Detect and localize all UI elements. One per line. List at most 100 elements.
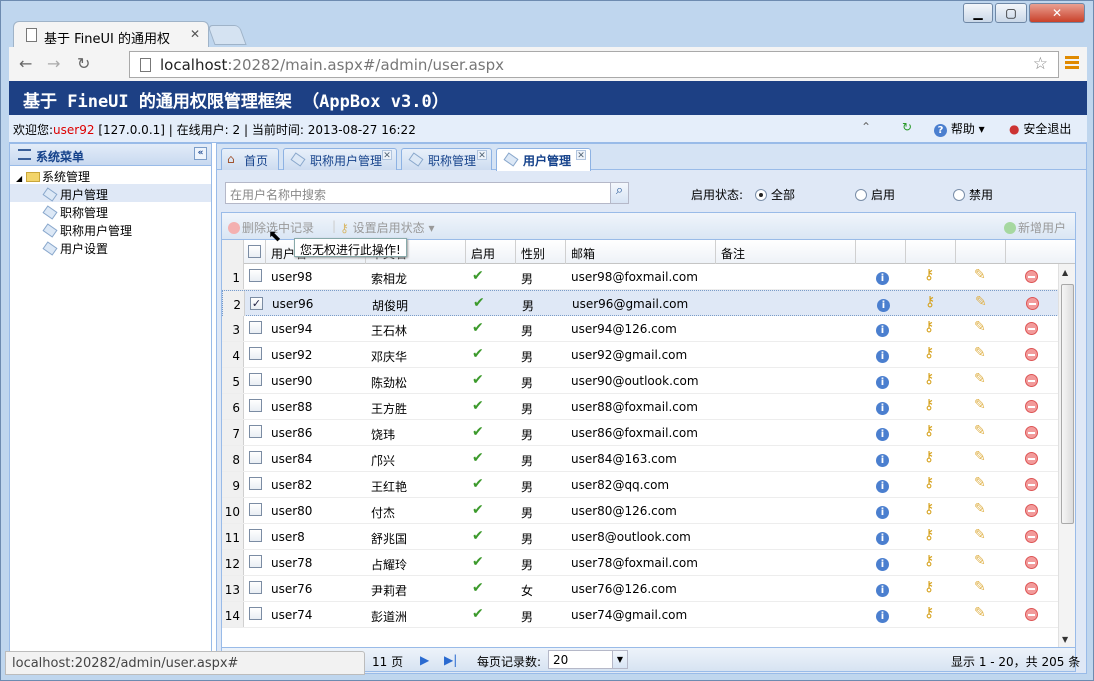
set-status-button[interactable]: ⚷ 设置启用状态 ▾: [340, 219, 434, 236]
reload-icon[interactable]: ↻: [77, 54, 90, 73]
info-icon[interactable]: i: [876, 582, 889, 597]
tab-user-management[interactable]: 用户管理 ✕: [496, 148, 591, 171]
table-row[interactable]: 14 user74 彭道洲 ✔ 男 user74@gmail.com i ⚷ ✎: [222, 602, 1059, 628]
browser-tab[interactable]: 基于 FineUI 的通用权 ✕: [13, 21, 209, 48]
table-row[interactable]: 13 user76 尹莉君 ✔ 女 user76@126.com i ⚷ ✎: [222, 576, 1059, 602]
table-row[interactable]: 4 user92 邓庆华 ✔ 男 user92@gmail.com i ⚷ ✎: [222, 342, 1059, 368]
table-row[interactable]: 9 user82 王红艳 ✔ 男 user82@qq.com i ⚷ ✎: [222, 472, 1059, 498]
key-icon[interactable]: ⚷: [924, 579, 934, 595]
logout-button[interactable]: ● 安全退出: [1009, 120, 1071, 137]
close-tab-icon[interactable]: ✕: [190, 27, 200, 41]
row-checkbox[interactable]: [250, 296, 263, 310]
edit-pencil-icon[interactable]: ✎: [974, 527, 986, 543]
scroll-down-icon[interactable]: ▼: [1062, 635, 1068, 644]
edit-pencil-icon[interactable]: ✎: [975, 294, 987, 310]
col-email[interactable]: 邮箱: [566, 240, 716, 264]
close-tab-icon[interactable]: ✕: [477, 150, 487, 161]
tab-home[interactable]: ⌂ 首页: [221, 148, 279, 170]
key-icon[interactable]: ⚷: [924, 397, 934, 413]
last-page-icon[interactable]: ▶|: [444, 653, 457, 667]
row-checkbox[interactable]: [249, 399, 262, 415]
delete-icon[interactable]: [1025, 270, 1038, 286]
row-checkbox[interactable]: [249, 321, 262, 337]
key-icon[interactable]: ⚷: [924, 345, 934, 361]
table-row[interactable]: 11 user8 舒兆国 ✔ 男 user8@outlook.com i ⚷ ✎: [222, 524, 1059, 550]
radio-all[interactable]: 全部: [755, 186, 795, 203]
edit-pencil-icon[interactable]: ✎: [974, 423, 986, 439]
collapse-sidebar-button[interactable]: «: [194, 147, 207, 160]
key-icon[interactable]: ⚷: [924, 371, 934, 387]
select-all-checkbox[interactable]: [244, 240, 266, 264]
refresh-icon[interactable]: ↻: [902, 120, 912, 134]
edit-pencil-icon[interactable]: ✎: [974, 579, 986, 595]
key-icon[interactable]: ⚷: [924, 605, 934, 621]
table-row[interactable]: 2 user96 胡俊明 ✔ 男 user96@gmail.com i ⚷ ✎: [222, 290, 1059, 316]
table-row[interactable]: 8 user84 邝兴 ✔ 男 user84@163.com i ⚷ ✎: [222, 446, 1059, 472]
edit-pencil-icon[interactable]: ✎: [974, 475, 986, 491]
table-row[interactable]: 10 user80 付杰 ✔ 男 user80@126.com i ⚷ ✎: [222, 498, 1059, 524]
row-checkbox[interactable]: [249, 477, 262, 493]
delete-icon[interactable]: [1025, 426, 1038, 442]
edit-pencil-icon[interactable]: ✎: [974, 449, 986, 465]
key-icon[interactable]: ⚷: [924, 449, 934, 465]
col-remark[interactable]: 备注: [716, 240, 856, 264]
row-checkbox[interactable]: [249, 373, 262, 389]
edit-pencil-icon[interactable]: ✎: [974, 319, 986, 335]
table-row[interactable]: 6 user88 王方胜 ✔ 男 user88@foxmail.com i ⚷ ✎: [222, 394, 1059, 420]
forward-icon[interactable]: →: [47, 54, 60, 73]
close-tab-icon[interactable]: ✕: [382, 150, 392, 161]
delete-icon[interactable]: [1025, 452, 1038, 468]
expand-arrow-icon[interactable]: ◢: [16, 174, 22, 183]
delete-icon[interactable]: [1026, 297, 1039, 313]
table-row[interactable]: 7 user86 饶玮 ✔ 男 user86@foxmail.com i ⚷ ✎: [222, 420, 1059, 446]
info-icon[interactable]: i: [876, 270, 889, 285]
info-icon[interactable]: i: [876, 322, 889, 337]
edit-pencil-icon[interactable]: ✎: [974, 267, 986, 283]
key-icon[interactable]: ⚷: [924, 319, 934, 335]
delete-icon[interactable]: [1025, 374, 1038, 390]
row-checkbox[interactable]: [249, 425, 262, 441]
info-icon[interactable]: i: [876, 374, 889, 389]
edit-pencil-icon[interactable]: ✎: [974, 553, 986, 569]
key-icon[interactable]: ⚷: [924, 423, 934, 439]
col-enabled[interactable]: 启用: [466, 240, 516, 264]
info-icon[interactable]: i: [876, 348, 889, 363]
delete-icon[interactable]: [1025, 504, 1038, 520]
table-row[interactable]: 12 user78 占耀玲 ✔ 男 user78@foxmail.com i ⚷ ✎: [222, 550, 1059, 576]
table-row[interactable]: 1 user98 索相龙 ✔ 男 user98@foxmail.com i ⚷ ✎: [222, 264, 1059, 290]
col-gender[interactable]: 性别: [516, 240, 566, 264]
sidebar-item-user-settings[interactable]: 用户设置: [10, 238, 211, 256]
minimize-button[interactable]: ▁: [963, 3, 993, 23]
scrollbar-thumb[interactable]: [1061, 284, 1074, 524]
row-checkbox[interactable]: [249, 451, 262, 467]
info-icon[interactable]: i: [876, 608, 889, 623]
page-size-select[interactable]: 20 ▼: [548, 650, 628, 669]
sidebar-item-user-management[interactable]: 用户管理: [10, 184, 211, 202]
key-icon[interactable]: ⚷: [924, 267, 934, 283]
help-menu[interactable]: ? 帮助 ▾: [934, 120, 985, 137]
key-icon[interactable]: ⚷: [925, 294, 935, 310]
row-checkbox[interactable]: [249, 581, 262, 597]
row-checkbox[interactable]: [249, 269, 262, 285]
delete-icon[interactable]: [1025, 478, 1038, 494]
row-checkbox[interactable]: [249, 503, 262, 519]
info-icon[interactable]: i: [876, 478, 889, 493]
edit-pencil-icon[interactable]: ✎: [974, 397, 986, 413]
browser-menu-icon[interactable]: [1065, 56, 1079, 69]
info-icon[interactable]: i: [876, 556, 889, 571]
search-icon[interactable]: ⌕: [610, 183, 628, 203]
close-tab-icon[interactable]: ✕: [576, 150, 586, 161]
sidebar-item-title-management[interactable]: 职称管理: [10, 202, 211, 220]
row-checkbox[interactable]: [249, 529, 262, 545]
collapse-header-icon[interactable]: ⌃: [861, 120, 871, 134]
new-tab-button[interactable]: [207, 25, 247, 45]
delete-icon[interactable]: [1025, 322, 1038, 338]
key-icon[interactable]: ⚷: [924, 527, 934, 543]
scroll-up-icon[interactable]: ▲: [1062, 268, 1068, 277]
table-row[interactable]: 3 user94 王石林 ✔ 男 user94@126.com i ⚷ ✎: [222, 316, 1059, 342]
back-icon[interactable]: ←: [19, 54, 32, 73]
delete-icon[interactable]: [1025, 556, 1038, 572]
row-checkbox[interactable]: [249, 347, 262, 363]
info-icon[interactable]: i: [876, 400, 889, 415]
edit-pencil-icon[interactable]: ✎: [974, 371, 986, 387]
